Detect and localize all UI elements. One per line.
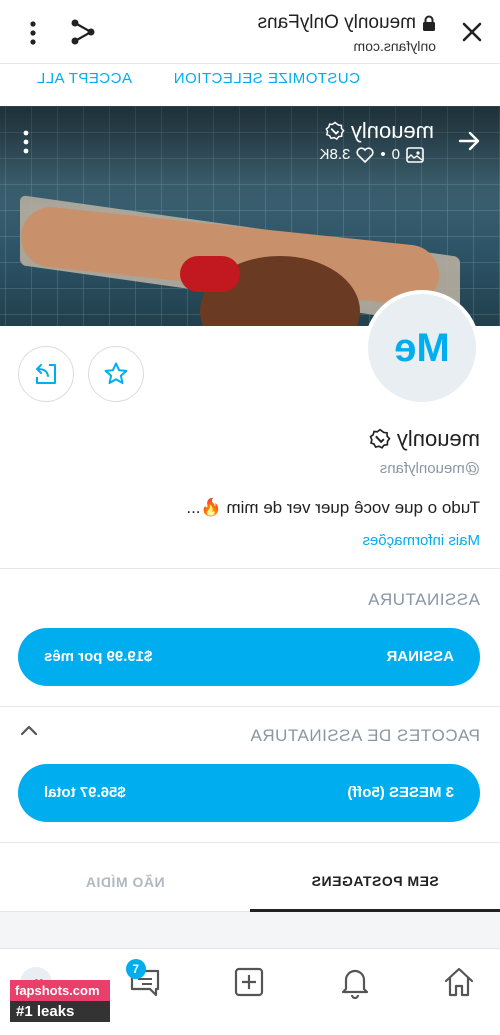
back-arrow-icon[interactable] xyxy=(456,128,482,154)
onlyfans-profile-page: meuonly OnlyFans onlyfans.com CUSTOMIZE … xyxy=(0,0,500,1035)
messages-badge-count: 7 xyxy=(132,962,140,976)
content-tabs: SEM POSTAGENS NÃO MÍDIA xyxy=(0,852,500,912)
cover-username: meuonly xyxy=(325,118,434,144)
content-area xyxy=(0,912,500,948)
heart-icon xyxy=(356,146,374,163)
home-icon[interactable] xyxy=(442,965,476,999)
divider xyxy=(0,706,500,707)
browser-title-block: meuonly OnlyFans onlyfans.com xyxy=(258,12,436,54)
watermark-tagline: #1 leaks xyxy=(10,1001,110,1022)
watermark-site: fapshots.com xyxy=(10,980,110,1001)
share-arrow-icon xyxy=(36,364,56,384)
browser-title: meuonly OnlyFans xyxy=(258,12,436,34)
messages-badge: 7 xyxy=(126,959,146,979)
profile-name-text: meuonly xyxy=(396,426,480,451)
divider xyxy=(0,568,500,569)
customize-selection-link[interactable]: CUSTOMIZE SELECTION xyxy=(173,70,360,87)
bundle-price: $56.97 total xyxy=(44,784,126,801)
subscription-title: ASSINATURA xyxy=(367,590,480,609)
photo-count: 0 xyxy=(391,146,400,163)
profile-bio: Tudo o que você quer ver de mim 🔥... xyxy=(186,498,480,517)
chevron-up-icon[interactable] xyxy=(20,724,38,736)
favorite-button[interactable] xyxy=(88,346,144,402)
tab-media[interactable]: NÃO MÍDIA xyxy=(0,852,250,912)
close-icon[interactable] xyxy=(458,18,486,46)
accept-all-link[interactable]: ACCEPT ALL xyxy=(36,70,132,87)
more-vertical-icon[interactable] xyxy=(28,20,38,46)
add-post-icon[interactable] xyxy=(232,965,266,999)
subscribe-price: $19.99 por mês xyxy=(44,648,153,665)
verified-icon xyxy=(325,121,345,140)
star-icon xyxy=(104,362,128,384)
cover-more-icon[interactable] xyxy=(22,130,30,154)
more-info-link[interactable]: Mais informações xyxy=(362,532,480,549)
share-profile-button[interactable] xyxy=(18,346,74,402)
likes-count: 3.8K xyxy=(319,146,351,163)
browser-url: onlyfans.com xyxy=(353,38,436,54)
bell-icon[interactable] xyxy=(338,965,372,999)
verified-icon xyxy=(369,428,391,449)
image-icon xyxy=(406,146,424,163)
tab-posts[interactable]: SEM POSTAGENS xyxy=(250,852,500,912)
cover-username-text: meuonly xyxy=(350,118,434,143)
profile-handle: @meuonlyfans xyxy=(379,460,480,477)
cookie-consent-bar: CUSTOMIZE SELECTION ACCEPT ALL xyxy=(0,64,500,104)
stats-separator: • xyxy=(380,146,386,163)
lock-icon xyxy=(423,15,435,31)
browser-title-text: meuonly OnlyFans xyxy=(257,12,416,33)
share-icon[interactable] xyxy=(70,18,96,46)
browser-toolbar: meuonly OnlyFans onlyfans.com xyxy=(0,0,500,64)
subscribe-button[interactable]: ASSINAR $19.99 por mês xyxy=(18,628,480,686)
profile-name: meuonly xyxy=(369,426,480,452)
bundles-title: PACOTES DE ASSINATURA xyxy=(250,726,480,745)
bundle-button[interactable]: 3 MESES (5off) $56.97 total xyxy=(18,764,480,822)
avatar-initials: Me xyxy=(368,294,476,402)
watermark: fapshots.com #1 leaks xyxy=(10,980,110,1022)
bundle-label: 3 MESES (5off) xyxy=(347,784,454,801)
subscribe-label: ASSINAR xyxy=(386,648,454,665)
profile-avatar[interactable]: Me xyxy=(364,290,480,406)
divider xyxy=(0,842,500,843)
cover-stats: 0 • 3.8K xyxy=(320,146,424,163)
